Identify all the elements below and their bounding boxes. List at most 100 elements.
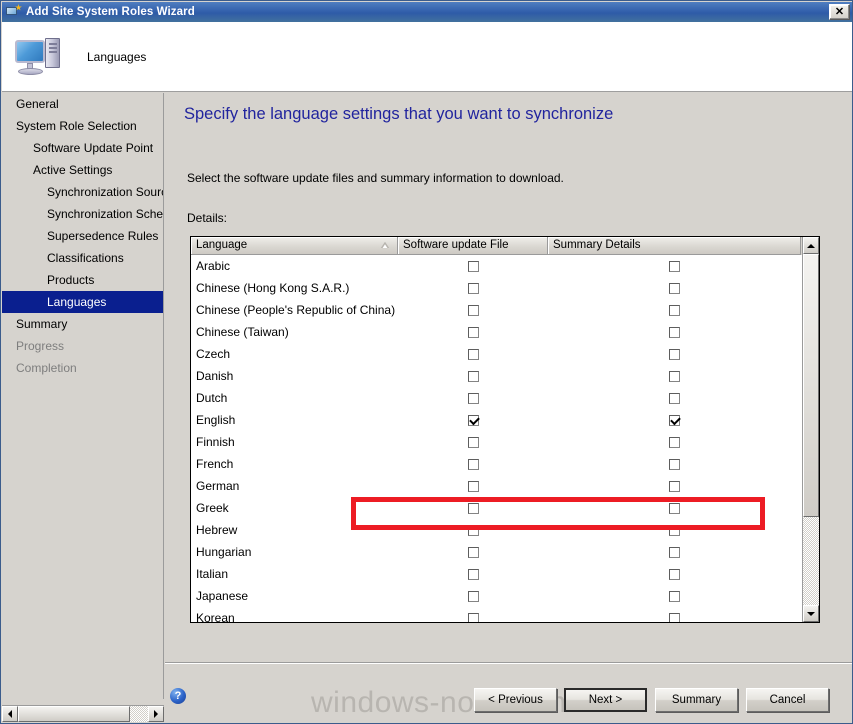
language-name: Arabic [196, 259, 231, 273]
sidebar-scroll-track[interactable] [18, 706, 148, 722]
table-row[interactable]: German [191, 475, 803, 497]
software-update-file-cell [398, 524, 548, 536]
table-row[interactable]: English [191, 409, 803, 431]
page-instruction-text: Select the software update files and sum… [187, 171, 564, 185]
language-name: Chinese (Hong Kong S.A.R.) [196, 281, 350, 295]
software-update-file-checkbox[interactable] [467, 304, 479, 316]
table-row[interactable]: Japanese [191, 585, 803, 607]
column-header-language[interactable]: Language [191, 237, 398, 255]
scroll-left-arrow-icon[interactable] [2, 706, 18, 722]
sidebar-item-classifications[interactable]: Classifications [2, 247, 163, 269]
summary-details-cell [548, 282, 801, 294]
summary-details-checkbox[interactable] [669, 326, 680, 338]
software-update-file-checkbox[interactable] [467, 590, 479, 602]
table-row[interactable]: Korean [191, 607, 803, 622]
language-name: Chinese (People's Republic of China) [196, 303, 396, 317]
software-update-file-checkbox[interactable] [467, 392, 479, 404]
summary-details-checkbox[interactable] [669, 546, 680, 558]
software-update-file-cell [398, 260, 548, 272]
sidebar-item-system-role-selection[interactable]: System Role Selection [2, 115, 163, 137]
title-bar: Add Site System Roles Wizard ✕ [2, 2, 852, 22]
summary-details-checkbox[interactable] [669, 392, 680, 404]
software-update-file-checkbox[interactable] [467, 524, 479, 536]
table-row[interactable]: Dutch [191, 387, 803, 409]
summary-details-cell [548, 436, 801, 448]
software-update-file-checkbox[interactable] [467, 458, 479, 470]
summary-details-checkbox[interactable] [669, 370, 680, 382]
sidebar-item-synchronization-schedule[interactable]: Synchronization Schedule [2, 203, 163, 225]
software-update-file-checkbox[interactable] [467, 612, 479, 622]
table-row[interactable]: Greek [191, 497, 803, 519]
sidebar-item-active-settings[interactable]: Active Settings [2, 159, 163, 181]
language-name: Dutch [196, 391, 228, 405]
help-icon[interactable]: ? [170, 688, 186, 704]
cancel-button[interactable]: Cancel [746, 688, 829, 712]
software-update-file-checkbox[interactable] [467, 414, 479, 426]
table-row[interactable]: Italian [191, 563, 803, 585]
software-update-file-cell [398, 282, 548, 294]
languages-list: Language Software update File Summary De… [190, 236, 820, 623]
previous-button[interactable]: < Previous [474, 688, 557, 712]
software-update-file-checkbox[interactable] [467, 282, 479, 294]
software-update-file-checkbox[interactable] [467, 260, 479, 272]
table-row[interactable]: Chinese (Taiwan) [191, 321, 803, 343]
software-update-file-checkbox[interactable] [467, 546, 479, 558]
software-update-file-cell [398, 546, 548, 558]
summary-details-checkbox[interactable] [669, 348, 680, 360]
table-row[interactable]: Chinese (People's Republic of China) [191, 299, 803, 321]
column-header-software-update-file[interactable]: Software update File [398, 237, 548, 255]
table-row[interactable]: Hungarian [191, 541, 803, 563]
sidebar-item-general[interactable]: General [2, 93, 163, 115]
summary-details-checkbox[interactable] [669, 524, 680, 536]
summary-details-cell [548, 392, 801, 404]
software-update-file-checkbox[interactable] [467, 480, 479, 492]
column-header-summary-details[interactable]: Summary Details [548, 237, 801, 255]
wizard-step-navigation: General System Role Selection Software Upd… [2, 93, 164, 699]
next-button[interactable]: Next > [564, 688, 647, 712]
summary-details-checkbox[interactable] [669, 568, 680, 580]
software-update-file-checkbox[interactable] [467, 436, 479, 448]
scroll-right-arrow-icon[interactable] [148, 706, 164, 722]
software-update-file-checkbox[interactable] [467, 348, 479, 360]
sidebar-item-software-update-point[interactable]: Software Update Point [2, 137, 163, 159]
table-row[interactable]: Czech [191, 343, 803, 365]
list-vertical-scrollbar[interactable] [802, 237, 819, 622]
list-scroll-track[interactable] [803, 254, 819, 605]
summary-details-checkbox[interactable] [669, 414, 680, 426]
software-update-file-checkbox[interactable] [467, 502, 479, 514]
summary-details-checkbox[interactable] [669, 502, 680, 514]
summary-details-checkbox[interactable] [669, 304, 680, 316]
table-row[interactable]: Finnish [191, 431, 803, 453]
list-scroll-thumb[interactable] [803, 254, 819, 518]
scroll-down-arrow-icon[interactable] [803, 605, 819, 622]
wizard-content-pane: Specify the language settings that you w… [165, 93, 852, 663]
scroll-up-arrow-icon[interactable] [803, 237, 819, 254]
table-row[interactable]: French [191, 453, 803, 475]
table-row[interactable]: Hebrew [191, 519, 803, 541]
sidebar-horizontal-scrollbar[interactable] [2, 705, 164, 722]
language-name: English [196, 413, 236, 427]
sidebar-item-synchronization-source[interactable]: Synchronization Source [2, 181, 163, 203]
summary-details-checkbox[interactable] [669, 282, 680, 294]
sidebar-item-supersedence-rules[interactable]: Supersedence Rules [2, 225, 163, 247]
summary-details-checkbox[interactable] [669, 260, 680, 272]
software-update-file-checkbox[interactable] [467, 326, 479, 338]
table-row[interactable]: Danish [191, 365, 803, 387]
table-row[interactable]: Arabic [191, 255, 803, 277]
summary-details-checkbox[interactable] [669, 436, 680, 448]
close-icon[interactable]: ✕ [829, 4, 850, 20]
language-name: Hebrew [196, 523, 238, 537]
sidebar-scroll-thumb[interactable] [18, 706, 130, 722]
list-body: Arabic Chinese (Hong Kong S.A.R.) Chinese … [191, 255, 803, 622]
summary-details-checkbox[interactable] [669, 480, 680, 492]
summary-details-checkbox[interactable] [669, 458, 680, 470]
sidebar-item-products[interactable]: Products [2, 269, 163, 291]
sidebar-item-languages[interactable]: Languages [2, 291, 163, 313]
sidebar-item-summary[interactable]: Summary [2, 313, 163, 335]
summary-details-checkbox[interactable] [669, 590, 680, 602]
software-update-file-checkbox[interactable] [467, 370, 479, 382]
software-update-file-checkbox[interactable] [467, 568, 479, 580]
summary-button[interactable]: Summary [655, 688, 738, 712]
summary-details-checkbox[interactable] [669, 612, 680, 622]
table-row[interactable]: Chinese (Hong Kong S.A.R.) [191, 277, 803, 299]
